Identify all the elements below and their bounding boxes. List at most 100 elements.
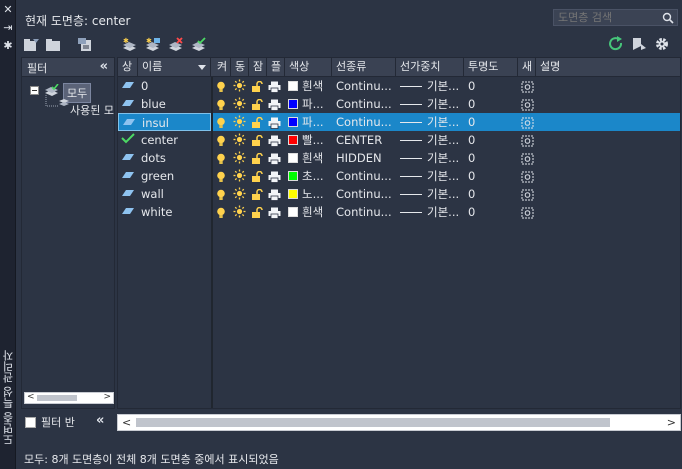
filter-horizontal-scrollbar[interactable]: < > bbox=[24, 392, 114, 404]
plot-printer-icon[interactable] bbox=[268, 95, 282, 113]
layer-search-box[interactable] bbox=[553, 9, 678, 26]
col-description[interactable]: 설명 bbox=[536, 58, 680, 77]
layer-lineweight[interactable]: 기본... bbox=[400, 131, 466, 149]
unlock-icon[interactable] bbox=[251, 149, 265, 167]
scroll-thumb[interactable] bbox=[37, 395, 77, 401]
layer-row[interactable]: insul 파... Continu... 기본... 0 bbox=[118, 113, 680, 131]
on-bulb-icon[interactable] bbox=[216, 95, 230, 113]
layer-transparency[interactable]: 0 bbox=[468, 131, 518, 149]
unlock-icon[interactable] bbox=[251, 95, 265, 113]
layer-linetype[interactable]: Continu... bbox=[336, 185, 396, 203]
layer-lineweight[interactable]: 기본... bbox=[400, 95, 466, 113]
layer-transparency[interactable]: 0 bbox=[468, 113, 518, 131]
layer-name-area[interactable]: wall bbox=[118, 185, 211, 203]
layer-color[interactable]: 초... bbox=[288, 167, 334, 185]
new-layer-vp-frozen-icon[interactable]: ✱ bbox=[143, 37, 161, 53]
layer-name-area[interactable]: center bbox=[118, 131, 211, 149]
thaw-sun-icon[interactable] bbox=[233, 185, 247, 203]
unlock-icon[interactable] bbox=[251, 77, 265, 95]
col-new-vp-freeze[interactable]: 새 bbox=[518, 58, 536, 77]
layer-linetype[interactable]: Continu... bbox=[336, 95, 396, 113]
on-bulb-icon[interactable] bbox=[216, 131, 230, 149]
layer-transparency[interactable]: 0 bbox=[468, 149, 518, 167]
plot-printer-icon[interactable] bbox=[268, 185, 282, 203]
layer-name[interactable]: center bbox=[141, 131, 209, 149]
col-lineweight[interactable]: 선가중치 bbox=[396, 58, 464, 77]
on-bulb-icon[interactable] bbox=[216, 203, 230, 221]
layer-transparency[interactable]: 0 bbox=[468, 167, 518, 185]
unlock-icon[interactable] bbox=[251, 113, 265, 131]
on-bulb-icon[interactable] bbox=[216, 167, 230, 185]
layer-name[interactable]: blue bbox=[141, 95, 209, 113]
plot-printer-icon[interactable] bbox=[268, 167, 282, 185]
unlock-icon[interactable] bbox=[251, 203, 265, 221]
collapse-panel-button[interactable]: « bbox=[96, 413, 104, 428]
scroll-left-icon[interactable]: < bbox=[27, 392, 35, 402]
scroll-thumb[interactable] bbox=[136, 418, 610, 427]
plot-printer-icon[interactable] bbox=[268, 149, 282, 167]
layer-linetype[interactable]: Continu... bbox=[336, 77, 396, 95]
layer-name-area[interactable]: white bbox=[118, 203, 211, 221]
collapse-filter-button[interactable]: « bbox=[100, 59, 108, 74]
col-lock[interactable]: 잠 bbox=[249, 58, 267, 77]
properties-icon[interactable]: ✱ bbox=[2, 40, 14, 52]
on-bulb-icon[interactable] bbox=[216, 77, 230, 95]
plot-printer-icon[interactable] bbox=[268, 113, 282, 131]
layer-color[interactable]: 흰색 bbox=[288, 149, 334, 167]
unlock-icon[interactable] bbox=[251, 185, 265, 203]
new-vp-freeze-icon[interactable] bbox=[521, 203, 537, 221]
col-color[interactable]: 색상 bbox=[285, 58, 332, 77]
layer-settings-icon[interactable] bbox=[630, 36, 648, 52]
layer-name[interactable]: dots bbox=[141, 149, 209, 167]
invert-filter-checkbox[interactable] bbox=[25, 416, 36, 428]
layer-transparency[interactable]: 0 bbox=[468, 185, 518, 203]
layer-row[interactable]: 0 흰색 Continu... 기본... 0 bbox=[118, 77, 680, 95]
layer-color[interactable]: 파... bbox=[288, 113, 334, 131]
scroll-right-icon[interactable]: > bbox=[667, 415, 676, 430]
thaw-sun-icon[interactable] bbox=[233, 95, 247, 113]
plot-printer-icon[interactable] bbox=[268, 77, 282, 95]
scroll-right-icon[interactable]: > bbox=[103, 392, 111, 402]
gear-icon[interactable] bbox=[653, 36, 671, 52]
close-icon[interactable]: ✕ bbox=[2, 4, 14, 16]
col-on[interactable]: 켜 bbox=[213, 58, 231, 77]
layer-color[interactable]: 파... bbox=[288, 95, 334, 113]
layer-name[interactable]: 0 bbox=[141, 77, 209, 95]
layer-lineweight[interactable]: 기본... bbox=[400, 77, 466, 95]
layer-lineweight[interactable]: 기본... bbox=[400, 149, 466, 167]
autohide-icon[interactable]: ⇥ bbox=[2, 22, 14, 34]
refresh-icon[interactable] bbox=[607, 36, 625, 52]
layer-name[interactable]: green bbox=[141, 167, 209, 185]
thaw-sun-icon[interactable] bbox=[233, 113, 247, 131]
new-vp-freeze-icon[interactable] bbox=[521, 95, 537, 113]
col-freeze[interactable]: 동 bbox=[231, 58, 249, 77]
layer-transparency[interactable]: 0 bbox=[468, 203, 518, 221]
thaw-sun-icon[interactable] bbox=[233, 167, 247, 185]
layer-linetype[interactable]: HIDDEN bbox=[336, 149, 396, 167]
plot-printer-icon[interactable] bbox=[268, 131, 282, 149]
layer-states-manager-icon[interactable] bbox=[77, 37, 95, 53]
new-vp-freeze-icon[interactable] bbox=[521, 113, 537, 131]
layer-name-area[interactable]: dots bbox=[118, 149, 211, 167]
layer-color[interactable]: 흰색 bbox=[288, 203, 334, 221]
new-vp-freeze-icon[interactable] bbox=[521, 185, 537, 203]
layer-row[interactable]: center 빨... CENTER 기본... 0 bbox=[118, 131, 680, 149]
new-vp-freeze-icon[interactable] bbox=[521, 167, 537, 185]
layer-name-area[interactable]: green bbox=[118, 167, 211, 185]
layer-transparency[interactable]: 0 bbox=[468, 77, 518, 95]
grid-horizontal-scrollbar[interactable]: < > bbox=[117, 414, 681, 431]
thaw-sun-icon[interactable] bbox=[233, 131, 247, 149]
filter-used-layers[interactable]: 사용된 모든 도면층 bbox=[70, 102, 114, 118]
layer-name-area[interactable]: 0 bbox=[118, 77, 211, 95]
palette-title-bar[interactable]: ✕ ⇥ ✱ 도면층 특성 관리자 bbox=[0, 0, 16, 469]
new-layer-icon[interactable]: ✱ bbox=[120, 37, 138, 53]
col-transparency[interactable]: 투명도 bbox=[464, 58, 518, 77]
layer-name[interactable]: wall bbox=[141, 185, 209, 203]
on-bulb-icon[interactable] bbox=[216, 185, 230, 203]
layer-linetype[interactable]: Continu... bbox=[336, 167, 396, 185]
layer-linetype[interactable]: CENTER bbox=[336, 131, 396, 149]
col-name[interactable]: 이름 bbox=[138, 58, 211, 77]
layer-lineweight[interactable]: 기본... bbox=[400, 185, 466, 203]
new-vp-freeze-icon[interactable] bbox=[521, 77, 537, 95]
layer-linetype[interactable]: Continu... bbox=[336, 203, 396, 221]
